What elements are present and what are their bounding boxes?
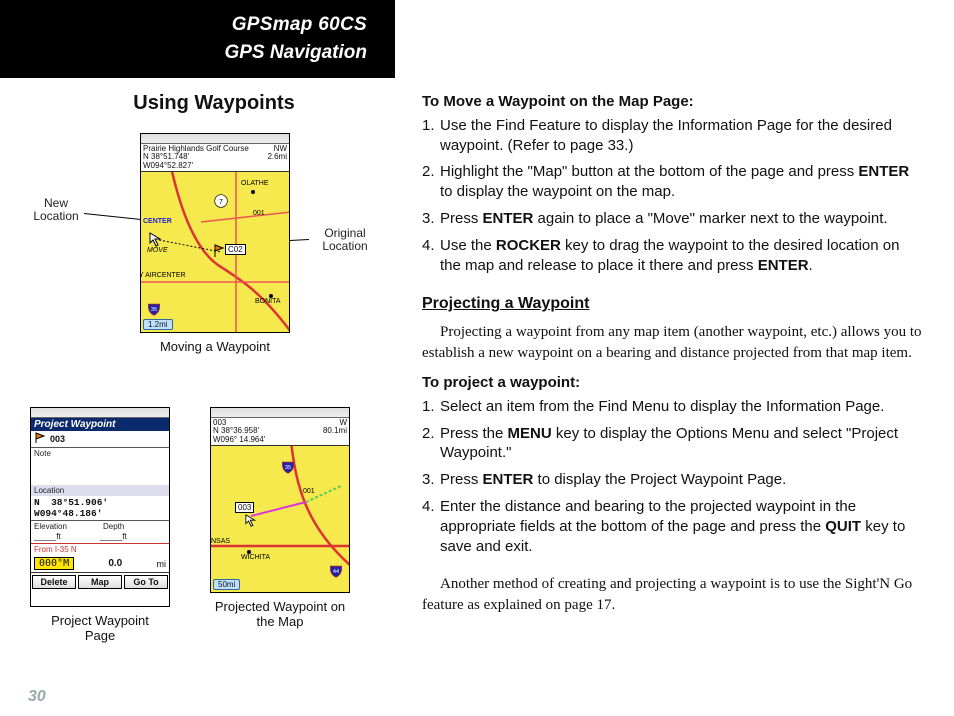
elevation-label: Elevation <box>31 521 100 532</box>
elevation-value: _____ft <box>34 532 100 541</box>
step: Press ENTER again to place a "Move" mark… <box>422 209 922 229</box>
town-wichita: WICHITA <box>241 554 270 561</box>
coord-lon: W094°52.827' <box>143 162 249 170</box>
procedure-steps-1: Use the Find Feature to display the Info… <box>422 116 922 276</box>
location-coords: N 38°51.906' W094°48.186' <box>31 496 169 521</box>
info-strip: Prairie Highlands Golf Course N 38°51.74… <box>141 144 289 172</box>
svg-text:44: 44 <box>333 569 339 575</box>
step: Highlight the "Map" button at the bottom… <box>422 162 922 202</box>
chapter-header: GPSmap 60CS GPS Navigation <box>0 0 395 78</box>
step: Use the Find Feature to display the Info… <box>422 116 922 156</box>
button-row: Delete Map Go To <box>31 572 169 591</box>
waypoint-flag-icon <box>34 432 46 446</box>
page-number: 30 <box>28 688 46 706</box>
interstate-shield-35: 35 <box>281 460 295 474</box>
figure-caption-3: Projected Waypoint on the Map <box>210 599 350 629</box>
procedure-steps-2: Select an item from the Find Menu to dis… <box>422 397 922 557</box>
gps-screen-projected-map: 003 N 38°36.958' W096° 14.964' W 80.1mi <box>210 407 350 593</box>
status-bar <box>31 408 169 418</box>
heading-dist: 2.6mi <box>267 153 287 161</box>
right-column: To Move a Waypoint on the Map Page: Use … <box>422 92 922 625</box>
map-scale: 50mi <box>213 579 240 590</box>
location-label: Location <box>31 485 169 496</box>
figure-caption-1: Moving a Waypoint <box>140 339 290 354</box>
svg-text:35: 35 <box>285 465 291 471</box>
figure-projected-on-map: 003 N 38°36.958' W096° 14.964' W 80.1mi <box>210 407 350 643</box>
info-strip: 003 N 38°36.958' W096° 14.964' W 80.1mi <box>211 418 349 446</box>
depth-label: Depth <box>100 521 169 532</box>
step: Use the ROCKER key to drag the waypoint … <box>422 236 922 276</box>
interstate-shield-44: 44 <box>329 564 343 578</box>
town-aircenter: Y AIRCENTER <box>140 272 186 279</box>
from-label: From I-35 N <box>31 543 169 555</box>
map-button[interactable]: Map <box>78 575 122 589</box>
map-scale: 1.2mi <box>143 319 173 330</box>
gps-screen-project-page: Project Waypoint 003 Note Location N 38°… <box>30 407 170 607</box>
left-column: Using Waypoints New Location Original Lo… <box>30 92 398 643</box>
coord-lon: W094°48.186' <box>34 508 166 519</box>
body-paragraph: Projecting a waypoint from any map item … <box>422 322 922 363</box>
proj-waypoint-id: 003 <box>235 502 254 513</box>
distance-unit: mi <box>157 559 167 569</box>
page-title: Using Waypoints <box>84 92 344 115</box>
cursor-arrow-icon <box>245 514 259 533</box>
section-title: GPS Navigation <box>0 42 367 64</box>
figure-project-waypoint-page: Project Waypoint 003 Note Location N 38°… <box>30 407 170 643</box>
figure-row-2: Project Waypoint 003 Note Location N 38°… <box>30 407 398 643</box>
figure-moving-waypoint: New Location Original Location Prairie H… <box>30 133 398 369</box>
procedure-heading-2: To project a waypoint: <box>422 373 922 393</box>
step: Press ENTER to display the Project Waypo… <box>422 470 922 490</box>
map-area: 35 44 003 001 NSAS WICHITA 50mi <box>211 446 349 592</box>
delete-button[interactable]: Delete <box>32 575 76 589</box>
note-label: Note <box>31 448 169 459</box>
heading-dist: 80.1mi <box>323 427 347 435</box>
waypoint-id: 003 <box>50 434 65 444</box>
town-bonita: BONITA <box>255 298 281 305</box>
device-model: GPSmap 60CS <box>0 14 367 36</box>
step: Select an item from the Find Menu to dis… <box>422 397 922 417</box>
distance-field[interactable]: 0.0 <box>77 558 153 569</box>
body-paragraph: Another method of creating and projectin… <box>422 574 922 615</box>
callout-new-location: New Location <box>26 197 86 223</box>
town-olathe: OLATHE <box>241 180 269 187</box>
panel-title: Project Waypoint <box>31 418 169 431</box>
bearing-field[interactable]: 000°M <box>34 557 74 570</box>
map-area: 7 35 CENTER MOVE C02 <box>141 172 289 332</box>
town-nsas: NSAS <box>211 538 230 545</box>
waypoint-row: 003 <box>31 431 169 448</box>
depth-value: _____ft <box>100 532 166 541</box>
drag-path <box>141 172 290 332</box>
goto-button[interactable]: Go To <box>124 575 168 589</box>
step: Press the MENU key to display the Option… <box>422 424 922 464</box>
status-bar <box>211 408 349 418</box>
coord-lon: W096° 14.964' <box>213 436 265 444</box>
coord-lat: N 38°51.906' <box>34 497 166 508</box>
route-001-label: 001 <box>253 210 265 217</box>
procedure-heading-1: To Move a Waypoint on the Map Page: <box>422 92 922 112</box>
proj-target-label: 001 <box>303 488 315 495</box>
status-bar <box>141 134 289 144</box>
gps-screen-moving: Prairie Highlands Golf Course N 38°51.74… <box>140 133 290 333</box>
figure-caption-2: Project Waypoint Page <box>30 613 170 643</box>
subsection-heading: Projecting a Waypoint <box>422 293 922 314</box>
callout-original-location: Original Location <box>310 227 380 253</box>
step: Enter the distance and bearing to the pr… <box>422 497 922 556</box>
